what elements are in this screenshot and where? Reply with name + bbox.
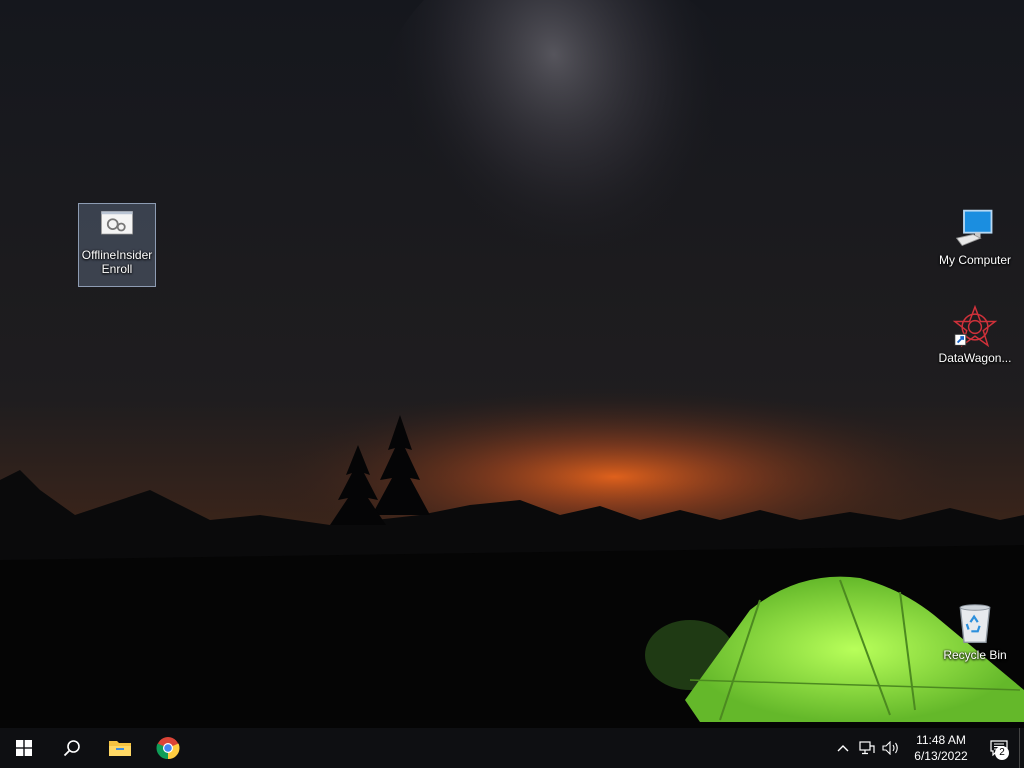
wallpaper-image bbox=[0, 0, 1024, 728]
clock-date: 6/13/2022 bbox=[914, 749, 968, 763]
computer-icon bbox=[955, 209, 993, 247]
desktop-icon-label: Recycle Bin bbox=[943, 648, 1007, 662]
speaker-icon bbox=[882, 741, 898, 755]
search-icon bbox=[63, 740, 80, 757]
desktop-icon-datawagon[interactable]: DataWagon... bbox=[937, 305, 1013, 365]
notification-count-badge: 2 bbox=[995, 746, 1009, 760]
start-button[interactable] bbox=[0, 728, 48, 768]
network-button[interactable] bbox=[855, 728, 879, 768]
system-tray: 11:48 AM 6/13/2022 2 bbox=[831, 728, 1024, 768]
network-icon bbox=[859, 741, 875, 755]
taskbar: 11:48 AM 6/13/2022 2 bbox=[0, 728, 1024, 768]
desktop-icon-my-computer[interactable]: My Computer bbox=[937, 207, 1013, 267]
show-hidden-icons-button[interactable] bbox=[831, 728, 855, 768]
folder-icon bbox=[109, 741, 131, 756]
file-explorer-button[interactable] bbox=[96, 728, 144, 768]
taskbar-clock[interactable]: 11:48 AM 6/13/2022 bbox=[907, 732, 975, 764]
desktop-icon-offlineinsider-enroll[interactable]: OfflineInsider Enroll bbox=[78, 203, 156, 287]
desktop-icon-label: My Computer bbox=[938, 253, 1012, 267]
windows-icon bbox=[16, 740, 32, 756]
clock-time: 11:48 AM bbox=[916, 733, 966, 747]
show-desktop-button[interactable] bbox=[1019, 728, 1024, 768]
chrome-icon bbox=[156, 737, 180, 760]
datawagon-icon bbox=[952, 305, 998, 348]
desktop-icon-recycle-bin[interactable]: Recycle Bin bbox=[937, 602, 1013, 662]
action-center-button[interactable]: 2 bbox=[979, 728, 1019, 768]
chevron-up-icon bbox=[837, 745, 849, 752]
desktop[interactable]: OfflineInsider Enroll My Computer DataWa… bbox=[0, 0, 1024, 728]
chrome-button[interactable] bbox=[144, 728, 192, 768]
volume-button[interactable] bbox=[879, 728, 903, 768]
recycle-bin-icon bbox=[959, 604, 991, 644]
search-button[interactable] bbox=[48, 728, 96, 768]
script-gears-icon bbox=[101, 211, 133, 235]
desktop-icon-label: OfflineInsider Enroll bbox=[81, 248, 153, 276]
desktop-icon-label: DataWagon... bbox=[938, 351, 1012, 365]
